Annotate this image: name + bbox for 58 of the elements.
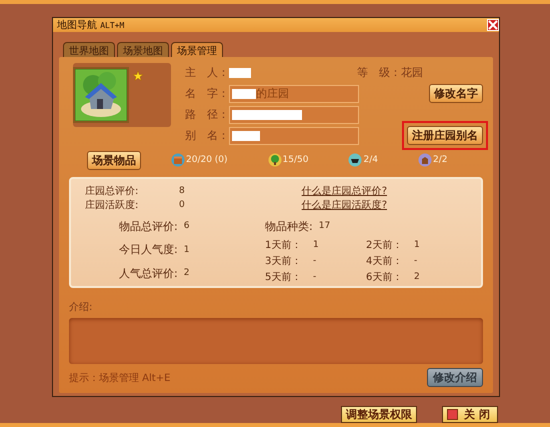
redaction-block: [232, 110, 302, 120]
day-value: -: [313, 256, 316, 266]
day-label: 3天前：: [265, 254, 302, 268]
redaction-block: [229, 68, 251, 78]
field-label: 名 字：: [185, 86, 227, 101]
rename-button[interactable]: 修改名字: [429, 84, 483, 103]
stat-value: 8: [179, 186, 186, 196]
tree-icon: [268, 153, 282, 167]
day-value: -: [313, 272, 316, 282]
day-value: 1: [414, 240, 420, 250]
stat-label: 今日人气度:: [119, 242, 178, 257]
stat-label: 庄园总评价:: [85, 184, 140, 198]
stat-label: 物品种类:: [265, 218, 313, 234]
window-title: 地图导航 ALT+M: [57, 18, 124, 32]
intro-label: 介绍:: [69, 301, 94, 314]
day-label: 5天前：: [265, 270, 302, 284]
input-field[interactable]: [229, 106, 359, 124]
hint-text: 提示：场景管理 Alt+E: [69, 372, 170, 384]
stat-value: 2: [184, 268, 190, 278]
redaction-block: [232, 130, 260, 140]
day-label: 1天前：: [265, 238, 302, 252]
help-link[interactable]: 什么是庄园活跃度?: [302, 198, 387, 212]
day-value: 2: [414, 272, 420, 282]
stat-label: 人气总评价:: [119, 266, 178, 280]
house-icon: [73, 67, 129, 123]
stat-value: 6: [184, 221, 190, 231]
help-link[interactable]: 什么是庄园总评价?: [302, 184, 387, 198]
scene-items-button[interactable]: 场景物品: [87, 150, 141, 170]
input-field[interactable]: [229, 126, 359, 144]
level-value: 花园: [401, 65, 423, 80]
close-button[interactable]: 关 闭: [442, 406, 498, 423]
counter-value: 20/20 (0): [186, 155, 228, 165]
stat-label: 庄园活跃度:: [85, 198, 140, 212]
field-label: 路 径：: [185, 107, 227, 122]
redaction-block: [232, 88, 256, 98]
close-icon[interactable]: [487, 19, 499, 31]
counter-value: 2/4: [363, 155, 378, 165]
adjust-permissions-button[interactable]: 调整场景权限: [341, 406, 417, 423]
owner-label: 主 人：: [185, 65, 227, 80]
day-value: 1: [313, 240, 319, 250]
chest-icon: [171, 153, 185, 167]
level-label: 等 级：: [357, 65, 399, 80]
day-label: 4天前：: [366, 254, 404, 268]
stat-label: 物品总评价:: [119, 218, 178, 234]
counter-value: 15/50: [282, 155, 308, 165]
register-alias-button[interactable]: 注册庄园别名: [407, 126, 483, 145]
day-label: 2天前：: [366, 238, 404, 252]
counter-value: 2/2: [432, 155, 448, 165]
stat-value: 0: [179, 200, 186, 210]
tab[interactable]: 场景管理: [171, 42, 223, 57]
pot-icon: [348, 153, 362, 167]
stat-value: 17: [318, 221, 332, 231]
day-label: 6天前：: [366, 270, 404, 284]
edit-intro-button[interactable]: 修改介绍: [427, 368, 483, 387]
animal-icon: [418, 153, 432, 167]
field-label: 别 名：: [185, 128, 227, 143]
day-value: -: [414, 256, 418, 266]
stat-value: 1: [184, 244, 190, 254]
